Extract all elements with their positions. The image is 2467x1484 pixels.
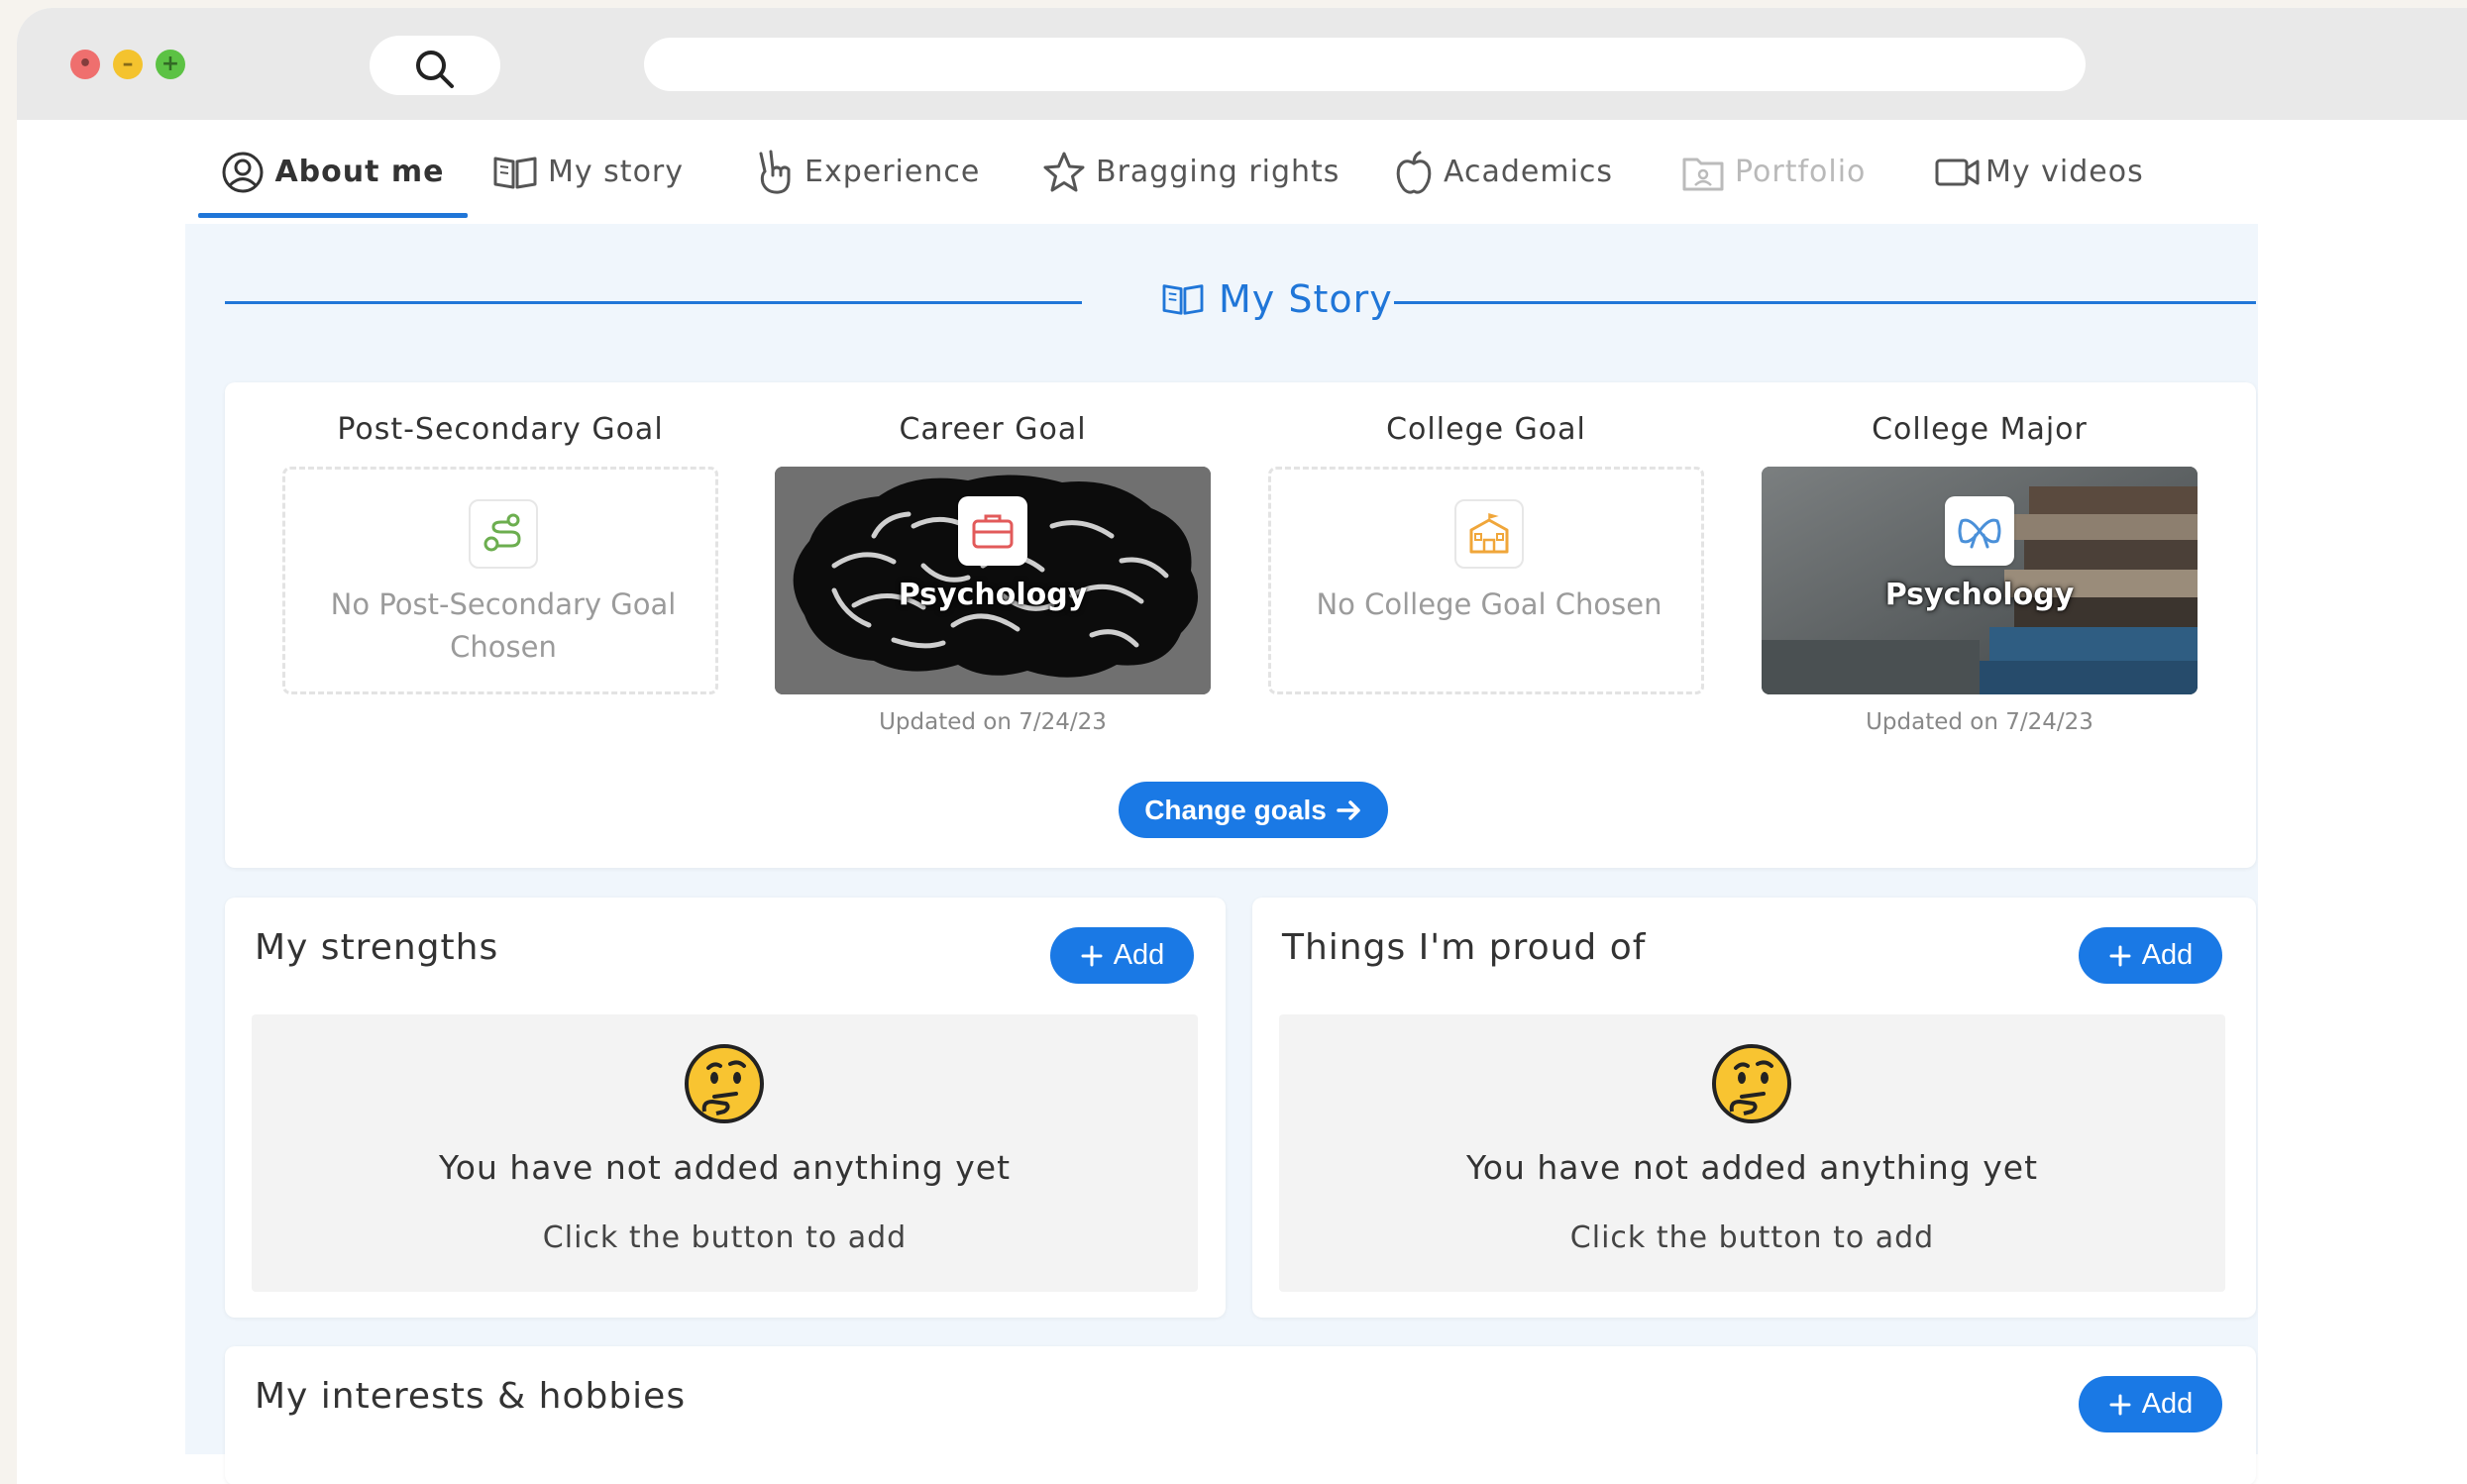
proud-card: Things I'm proud of Add You have not add… bbox=[1252, 898, 2256, 1318]
plus-icon bbox=[2109, 1394, 2131, 1415]
add-label: Add bbox=[1113, 939, 1165, 971]
empty-goal-text: No Post-Secondary Goal Chosen bbox=[330, 587, 677, 664]
school-icon bbox=[1469, 513, 1509, 554]
college-major-card[interactable]: Psychology bbox=[1762, 467, 2198, 694]
user-circle-icon bbox=[222, 152, 264, 192]
career-goal-card[interactable]: Psychology bbox=[775, 467, 1211, 694]
apple-icon bbox=[1396, 151, 1432, 194]
updated-date: Updated on 7/24/23 bbox=[879, 709, 1107, 735]
book-icon bbox=[1162, 284, 1204, 315]
change-goals-label: Change goals bbox=[1144, 794, 1327, 825]
empty-state-hint: Click the button to add bbox=[1569, 1220, 1935, 1255]
profile-tabs: About me My story Experience Bragging ri… bbox=[17, 120, 2467, 224]
empty-state-title: You have not added anything yet bbox=[438, 1148, 1012, 1187]
plus-icon bbox=[1081, 945, 1103, 966]
search-icon bbox=[416, 51, 454, 88]
tab-my-videos[interactable]: My videos bbox=[1934, 120, 2144, 224]
goal-title: Career Goal bbox=[899, 412, 1087, 447]
tab-bragging-rights[interactable]: Bragging rights bbox=[1042, 120, 1340, 224]
browser-window: • – + About me My story Experience Bragg… bbox=[17, 8, 2467, 1484]
strengths-empty-state: You have not added anything yet Click th… bbox=[252, 1014, 1198, 1292]
career-goal-value: Psychology bbox=[898, 578, 1088, 612]
star-icon bbox=[1043, 152, 1085, 191]
proud-title: Things I'm proud of bbox=[1282, 927, 1647, 968]
ribbon-icon bbox=[1958, 518, 2001, 549]
proud-empty-state: You have not added anything yet Click th… bbox=[1279, 1014, 2225, 1292]
goal-title: Post-Secondary Goal bbox=[337, 412, 664, 447]
tab-label: About me bbox=[274, 155, 445, 189]
my-story-panel: My Story Post-Secondary Goal No Post-Sec… bbox=[185, 224, 2258, 1484]
tab-portfolio[interactable]: Portfolio bbox=[1681, 120, 1866, 224]
strengths-title: My strengths bbox=[255, 927, 499, 968]
tab-my-story[interactable]: My story bbox=[492, 120, 684, 224]
close-window-button[interactable]: • bbox=[70, 50, 100, 79]
maximize-icon: + bbox=[161, 52, 180, 76]
empty-state-hint: Click the button to add bbox=[542, 1220, 908, 1255]
change-goals-button[interactable]: Change goals bbox=[1119, 782, 1388, 838]
updated-date: Updated on 7/24/23 bbox=[1866, 709, 2093, 735]
add-proud-button[interactable]: Add bbox=[2079, 927, 2222, 984]
add-strength-button[interactable]: Add bbox=[1050, 927, 1194, 984]
browser-search-button[interactable] bbox=[370, 36, 500, 95]
thinking-face-icon bbox=[1712, 1044, 1791, 1123]
tab-about-me[interactable]: About me bbox=[198, 120, 468, 224]
goal-title: College Major bbox=[1872, 412, 2088, 447]
browser-titlebar: • – + bbox=[17, 8, 2467, 120]
minimize-window-button[interactable]: – bbox=[113, 50, 143, 79]
close-icon: • bbox=[77, 52, 93, 76]
college-goal-card[interactable]: No College Goal Chosen bbox=[1268, 467, 1704, 694]
section-header: My Story bbox=[225, 273, 2256, 333]
strengths-card: My strengths Add You have not added anyt… bbox=[225, 898, 1226, 1318]
interests-card: My interests & hobbies Add bbox=[225, 1346, 2256, 1484]
minimize-icon: – bbox=[122, 52, 134, 76]
tab-experience[interactable]: Experience bbox=[755, 120, 980, 224]
tab-label: Experience bbox=[804, 155, 981, 189]
empty-goal-text: No College Goal Chosen bbox=[1316, 587, 1663, 621]
goal-icon-box bbox=[469, 499, 538, 569]
tab-label: Portfolio bbox=[1735, 155, 1867, 189]
plus-icon bbox=[2109, 945, 2131, 966]
post-secondary-goal-card[interactable]: No Post-Secondary Goal Chosen bbox=[282, 467, 718, 694]
goal-icon-box bbox=[1945, 496, 2014, 566]
add-label: Add bbox=[2141, 939, 2194, 971]
empty-state-title: You have not added anything yet bbox=[1465, 1148, 2039, 1187]
arrow-right-icon bbox=[1337, 799, 1360, 820]
interests-title: My interests & hobbies bbox=[255, 1376, 687, 1417]
divider bbox=[225, 301, 1082, 304]
briefcase-icon bbox=[972, 514, 1014, 549]
maximize-window-button[interactable]: + bbox=[156, 50, 185, 79]
goals-card: Post-Secondary Goal No Post-Secondary Go… bbox=[225, 382, 2256, 868]
add-interest-button[interactable]: Add bbox=[2079, 1376, 2222, 1432]
book-icon bbox=[493, 157, 537, 188]
goal-title: College Goal bbox=[1386, 412, 1586, 447]
divider bbox=[1394, 301, 2256, 304]
goal-icon-box bbox=[958, 496, 1027, 566]
tab-label: Bragging rights bbox=[1096, 155, 1341, 189]
section-title-text: My Story bbox=[1219, 277, 1393, 321]
thinking-face-icon bbox=[685, 1044, 764, 1123]
college-major-value: Psychology bbox=[1884, 578, 2075, 612]
goal-icon-box bbox=[1454, 499, 1524, 569]
tab-label: Academics bbox=[1444, 155, 1614, 189]
tab-label: My videos bbox=[1985, 155, 2144, 189]
add-label: Add bbox=[2141, 1388, 2194, 1420]
peace-hand-icon bbox=[759, 150, 791, 194]
tab-academics[interactable]: Academics bbox=[1394, 120, 1613, 224]
address-bar[interactable] bbox=[644, 38, 2086, 91]
section-title: My Story bbox=[1161, 277, 1393, 321]
video-camera-icon bbox=[1935, 159, 1980, 185]
route-icon bbox=[483, 513, 521, 552]
tab-label: My story bbox=[548, 155, 685, 189]
portfolio-icon bbox=[1682, 158, 1724, 190]
